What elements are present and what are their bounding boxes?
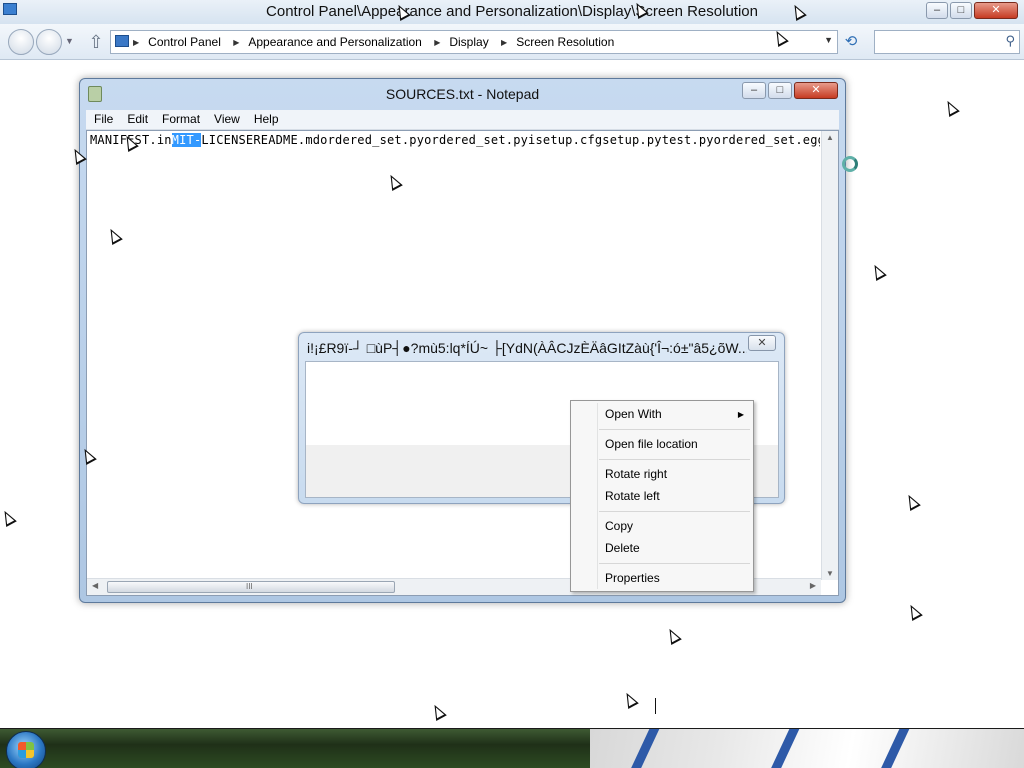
menu-separator — [599, 459, 750, 460]
control-panel-icon — [115, 35, 129, 47]
menu-separator — [599, 511, 750, 512]
mouse-cursor-icon — [942, 98, 960, 117]
busy-cursor-icon — [842, 156, 858, 172]
mouse-cursor-icon — [903, 492, 921, 511]
chevron-right-icon[interactable]: ▶ — [133, 38, 139, 47]
breadcrumb-screen-resolution[interactable]: Screen Resolution — [516, 35, 614, 49]
chevron-right-icon[interactable]: ▶ — [501, 38, 507, 47]
mouse-cursor-icon — [429, 702, 447, 721]
dialog-title: i!¡£R9ï-┘ □ùP┤●?mù5:lq*ÍÚ~ ├[YdN(ÀÂCJzÈÄ… — [307, 340, 747, 356]
notepad-close-button[interactable]: ✕ — [794, 82, 838, 99]
dialog-close-button[interactable]: ✕ — [748, 335, 776, 351]
menu-item-rotate-right[interactable]: Rotate right — [605, 467, 667, 481]
breadcrumb-display[interactable]: Display — [449, 35, 488, 49]
maximize-button[interactable]: □ — [950, 2, 972, 19]
recent-pages-dropdown-icon[interactable]: ▼ — [65, 36, 74, 46]
scroll-grip: III — [246, 582, 253, 591]
menu-item-properties[interactable]: Properties — [605, 571, 660, 585]
breadcrumb: ▶ Control Panel ▶ Appearance and Personali… — [133, 35, 623, 49]
menu-item-delete[interactable]: Delete — [605, 541, 640, 555]
wallpaper-stripe — [630, 729, 660, 768]
explorer-titlebar: Control Panel\Appearance and Personaliza… — [0, 0, 1024, 24]
back-arrow-icon[interactable] — [8, 29, 34, 55]
notepad-maximize-button[interactable]: □ — [768, 82, 792, 99]
mouse-cursor-icon — [869, 262, 887, 281]
chevron-down-icon[interactable]: ▼ — [824, 35, 833, 45]
notepad-minimize-button[interactable]: – — [742, 82, 766, 99]
menu-item-open-with[interactable]: Open With — [605, 407, 662, 421]
explorer-title: Control Panel\Appearance and Personaliza… — [266, 3, 758, 20]
menu-help[interactable]: Help — [246, 110, 285, 126]
windows-logo-icon-lower — [18, 750, 34, 758]
menu-item-rotate-left[interactable]: Rotate left — [605, 489, 660, 503]
explorer-navbar: ▼ ⇧ ▶ Control Panel ▶ Appearance and Perso… — [0, 24, 1024, 60]
menu-gutter — [597, 403, 598, 589]
vertical-scrollbar[interactable]: ▲ ▼ — [821, 131, 838, 580]
notepad-title: SOURCES.txt - Notepad — [385, 86, 540, 102]
notepad-menubar: File Edit Format View Help — [86, 110, 839, 130]
text-cursor-icon — [655, 698, 656, 714]
start-button[interactable] — [6, 731, 46, 768]
wallpaper-stripe — [880, 729, 910, 768]
chevron-right-icon[interactable]: ▶ — [434, 38, 440, 47]
close-button[interactable]: ✕ — [974, 2, 1018, 19]
wallpaper-stripe — [770, 729, 800, 768]
address-bar[interactable]: ▶ Control Panel ▶ Appearance and Personali… — [110, 30, 838, 54]
submenu-arrow-icon: ▶ — [737, 410, 744, 419]
taskbar-wallpaper-art — [590, 729, 1024, 768]
scroll-up-arrow-icon[interactable]: ▲ — [822, 133, 838, 142]
menu-file[interactable]: File — [86, 110, 119, 126]
forward-arrow-icon[interactable] — [36, 29, 62, 55]
minimize-button[interactable]: – — [926, 2, 948, 19]
selected-text: MIT- — [171, 133, 202, 147]
context-menu: Open With ▶ Open file location Rotate ri… — [570, 400, 754, 592]
menu-edit[interactable]: Edit — [119, 110, 154, 126]
scroll-down-arrow-icon[interactable]: ▼ — [822, 569, 838, 578]
horizontal-scroll-thumb[interactable]: III — [107, 581, 395, 593]
breadcrumb-appearance[interactable]: Appearance and Personalization — [248, 35, 421, 49]
chevron-right-icon[interactable]: ▶ — [233, 38, 239, 47]
taskbar — [0, 728, 1024, 768]
scroll-right-arrow-icon[interactable]: ▶ — [810, 581, 816, 590]
refresh-icon[interactable]: ⟲ — [842, 33, 860, 51]
mouse-cursor-icon — [905, 602, 923, 621]
breadcrumb-control-panel[interactable]: Control Panel — [148, 35, 221, 49]
mouse-cursor-icon — [0, 508, 17, 527]
menu-format[interactable]: Format — [154, 110, 206, 126]
menu-item-open-file-location[interactable]: Open file location — [605, 437, 698, 451]
menu-separator — [599, 429, 750, 430]
text-after-selection: LICENSEREADME.mdordered_set.pyordered_se… — [201, 133, 820, 147]
menu-separator — [599, 563, 750, 564]
scroll-left-arrow-icon[interactable]: ◀ — [92, 581, 98, 590]
menu-view[interactable]: View — [206, 110, 246, 126]
document-text[interactable]: MANIFEST.inMIT-LICENSEREADME.mdordered_s… — [90, 133, 820, 147]
search-input[interactable]: ⚲ — [874, 30, 1020, 54]
magnifier-icon[interactable]: ⚲ — [1005, 33, 1015, 49]
mouse-cursor-icon — [664, 626, 682, 645]
up-arrow-icon[interactable]: ⇧ — [86, 32, 106, 52]
mouse-cursor-icon — [621, 690, 639, 709]
menu-item-copy[interactable]: Copy — [605, 519, 633, 533]
